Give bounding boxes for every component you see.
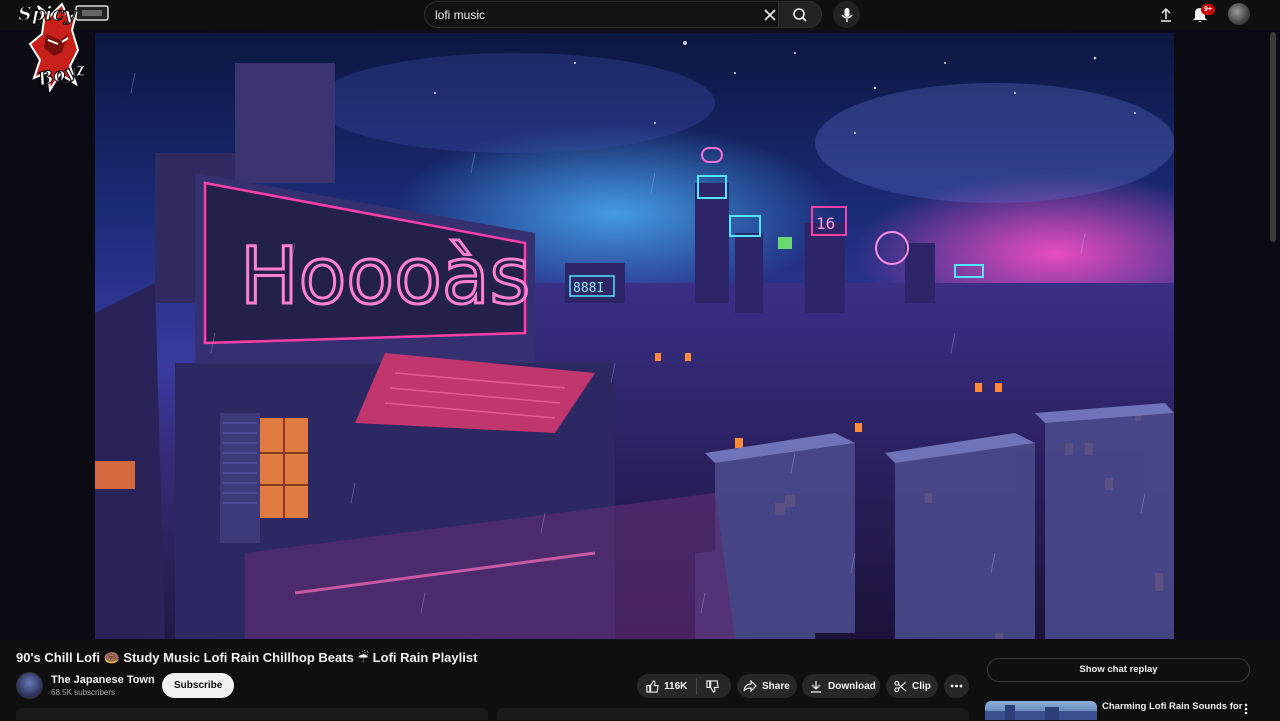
account-avatar[interactable]: [1228, 3, 1250, 25]
voice-search-button[interactable]: [833, 1, 860, 28]
channel-avatar[interactable]: [16, 672, 43, 699]
notification-badge: 9+: [1201, 4, 1215, 15]
close-icon: [764, 9, 776, 21]
upload-button[interactable]: [1157, 6, 1175, 24]
share-label: Share: [762, 680, 790, 692]
thumbs-down-icon: [706, 679, 720, 693]
page-scrollbar[interactable]: [1270, 32, 1276, 242]
microphone-icon: [840, 7, 853, 22]
like-button[interactable]: 116K: [637, 674, 696, 698]
channel-watermark-logo: Spicy Boyz: [14, 0, 110, 93]
recommendation-menu-button[interactable]: [1240, 702, 1252, 716]
download-button[interactable]: Download: [802, 674, 880, 698]
share-icon: [743, 680, 757, 692]
description-box[interactable]: [16, 708, 488, 720]
upload-icon: [1161, 7, 1171, 22]
subscriber-count: 68.5K subscribers: [51, 688, 116, 697]
distant-neon-sign: 888I: [573, 281, 604, 296]
recommendation-title[interactable]: Charming Lofi Rain Sounds for: [1102, 701, 1242, 712]
subscribe-button[interactable]: Subscribe: [162, 673, 235, 698]
clip-label: Clip: [912, 680, 931, 692]
like-count: 116K: [664, 680, 688, 692]
share-button[interactable]: Share: [737, 674, 797, 698]
video-title: 90's Chill Lofi 🍩 Study Music Lofi Rain …: [16, 650, 478, 665]
video-player[interactable]: 16 888I Hoooàs: [95, 33, 1174, 639]
video-frame-illustration: 16 888I Hoooàs: [95, 41, 1174, 639]
search-bar: [424, 1, 822, 28]
recommendation-thumbnail[interactable]: [985, 701, 1097, 720]
download-icon: [811, 680, 821, 693]
show-chat-replay-button[interactable]: Show chat replay: [987, 658, 1250, 682]
neon-sign: Hoooàs: [240, 232, 530, 322]
scissors-icon: [894, 680, 907, 692]
description-box-secondary[interactable]: [497, 708, 969, 720]
more-horizontal-icon: [950, 684, 963, 688]
clear-search-button[interactable]: [760, 5, 780, 25]
like-dislike-group: 116K: [637, 674, 731, 698]
search-button[interactable]: [778, 1, 822, 28]
recommendation-thumbnail-art: [985, 705, 1097, 720]
search-icon: [793, 7, 807, 22]
thumbs-up-icon: [646, 679, 659, 693]
clip-button[interactable]: Clip: [886, 674, 938, 698]
download-label: Download: [828, 680, 876, 692]
svg-text:Spicy: Spicy: [18, 3, 77, 25]
svg-text:16: 16: [816, 214, 835, 233]
search-input[interactable]: [424, 1, 778, 28]
more-actions-button[interactable]: [944, 674, 969, 698]
channel-name[interactable]: The Japanese Town: [51, 674, 155, 686]
dislike-button[interactable]: [697, 674, 728, 698]
more-vertical-icon: [1244, 703, 1248, 715]
